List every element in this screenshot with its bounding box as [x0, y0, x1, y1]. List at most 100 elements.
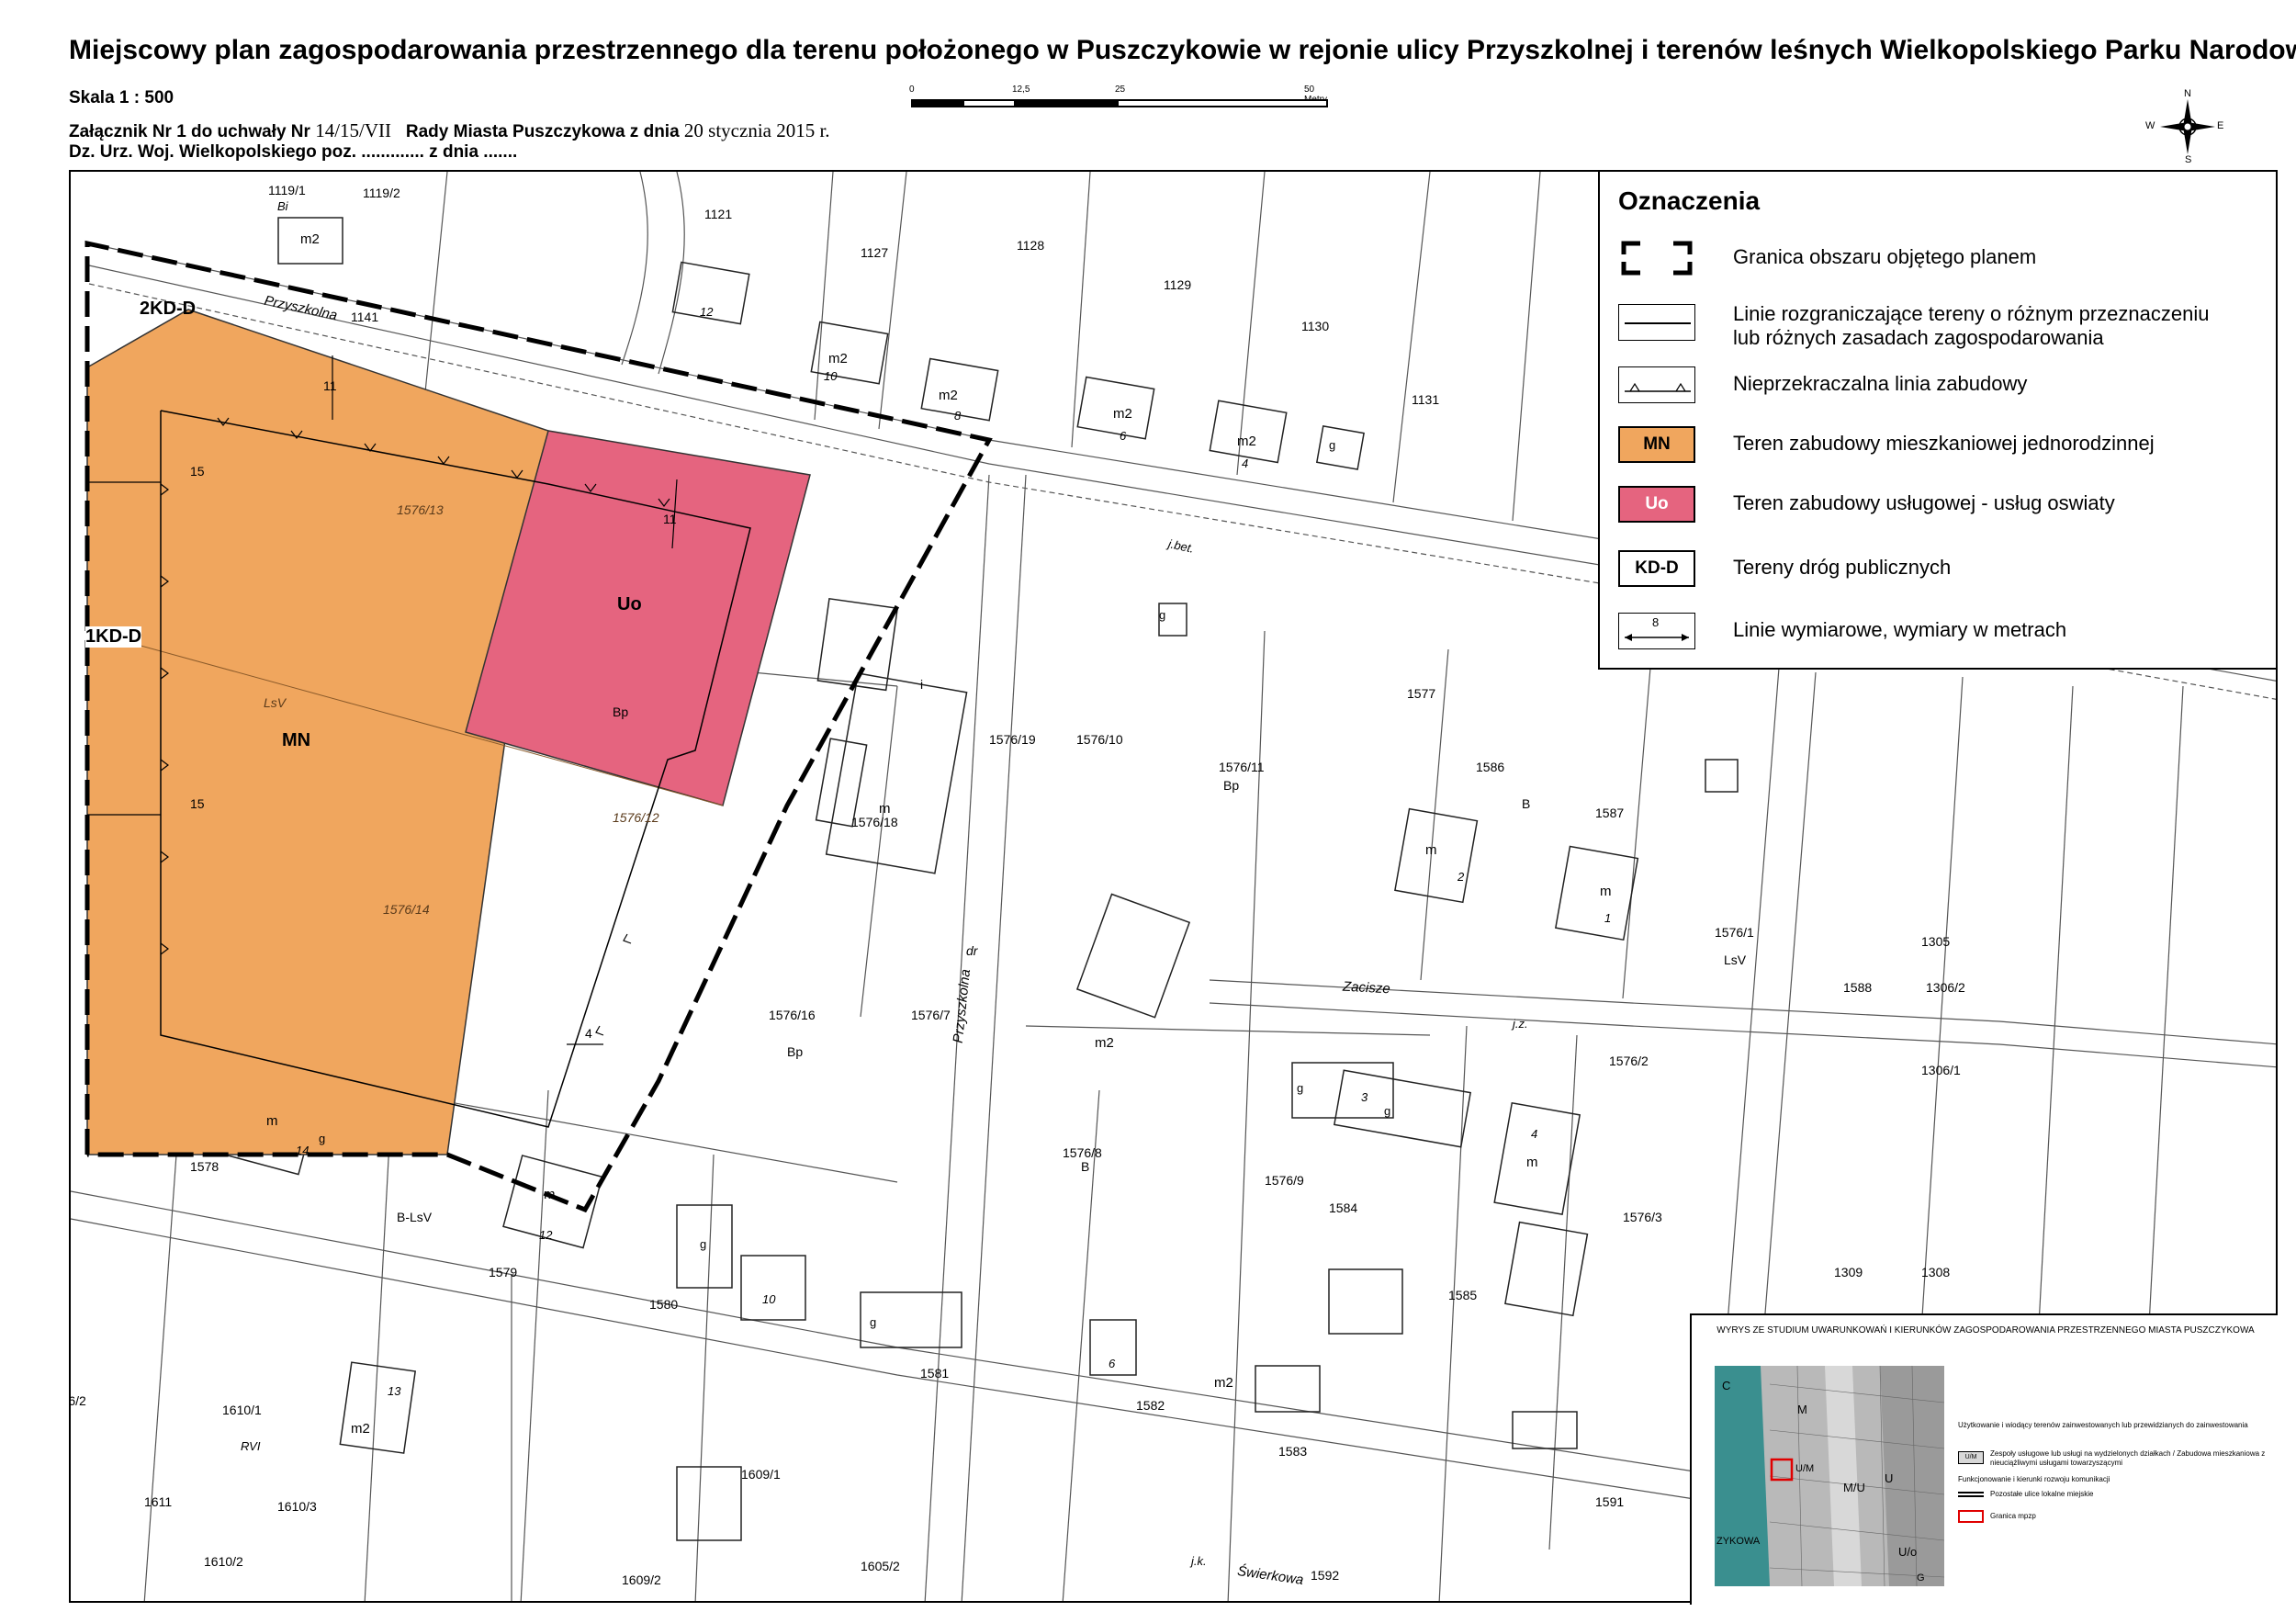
legend-text: Teren zabudowy usługowej - usług oswiaty — [1733, 491, 2115, 514]
zone-label-1kdd: 1KD-D — [85, 626, 142, 648]
legend-item-kdd: KD-D Tereny dróg publicznych — [1600, 548, 2278, 603]
parcel-label: 1576/11 — [1219, 760, 1265, 774]
building-label: g — [1159, 608, 1166, 622]
scale-segment — [1014, 99, 1119, 107]
parcel-label: 1308 — [1921, 1265, 1951, 1279]
parcel-label: 1576/16 — [769, 1008, 816, 1022]
inset-map-label: C — [1722, 1379, 1731, 1392]
building-label: g — [319, 1132, 326, 1145]
parcel-label: 1119/2 — [363, 186, 400, 200]
legend-text: lub różnych zasadach zagospodarowania — [1733, 326, 2104, 349]
house-number: 3 — [1361, 1090, 1368, 1104]
parcel-label: 1579 — [489, 1265, 518, 1279]
parcel-label: 1610/1 — [222, 1403, 262, 1417]
building-line-icon — [1618, 366, 1695, 403]
parcel-label: 1578 — [190, 1159, 219, 1174]
scale-bar: 0 12,5 25 50 Metry — [909, 85, 1332, 121]
parcel-label: 1576/14 — [383, 902, 430, 917]
parcel-label: 1576/8 — [1063, 1145, 1102, 1160]
inset-legend-text: Zespoły usługowe lub usługi na wydzielon… — [1990, 1449, 2266, 1467]
parcel-label: 1121 — [704, 207, 733, 221]
parcel-label: 1584 — [1329, 1200, 1358, 1215]
house-number: 10 — [762, 1292, 776, 1306]
parcel-label: 1591 — [1595, 1494, 1625, 1509]
inset-map-label: G — [1917, 1572, 1925, 1584]
inset-legend-text: Granica mpzp — [1990, 1512, 2036, 1520]
land-use-label: Bp — [787, 1044, 804, 1059]
parcel-label: 1576/13 — [397, 502, 444, 517]
building-label: m2 — [828, 351, 848, 366]
scale-label-1: 12,5 — [1012, 85, 1030, 95]
legend-text: Tereny dróg publicznych — [1733, 556, 1952, 579]
parcel-label: 1129 — [1164, 277, 1192, 292]
mn-swatch: MN — [1618, 426, 1695, 463]
inset-um-swatch: U/M — [1958, 1451, 1984, 1464]
land-use-label: B — [1522, 796, 1531, 811]
parcel-label: 1576/9 — [1265, 1173, 1304, 1188]
inset-map-label: U/o — [1898, 1545, 1918, 1559]
house-number: 13 — [388, 1384, 401, 1398]
building-label: m2 — [1113, 406, 1132, 422]
uo-swatch: Uo — [1618, 486, 1695, 523]
legend-item-dimension: 8 Linie wymiarowe, wymiary w metrach — [1600, 611, 2278, 666]
parcel-label: 1586 — [1476, 760, 1505, 774]
land-use-label: i — [920, 677, 924, 692]
building-label: m — [1526, 1155, 1538, 1170]
parcel-label: 1585 — [1448, 1288, 1478, 1302]
parcel-label: 1577 — [1407, 686, 1436, 701]
inset-map-label: M/U — [1843, 1481, 1865, 1494]
building-label: m2 — [1095, 1035, 1114, 1051]
building-label: g — [1329, 438, 1336, 452]
house-number: 12 — [539, 1228, 553, 1242]
building-label: g — [1297, 1081, 1304, 1095]
building-label: m2 — [939, 388, 958, 403]
parcel-label: 1119/1 — [268, 183, 306, 197]
inset-map-label: ZYKOWA — [1716, 1536, 1761, 1547]
building-label: m2 — [351, 1421, 370, 1437]
house-number: 8 — [954, 409, 962, 423]
parcel-label: 1130 — [1301, 319, 1330, 333]
parcel-label: 2156/2 — [69, 1393, 86, 1408]
house-number: 6 — [1120, 429, 1127, 443]
parcel-label: 1306/1 — [1921, 1063, 1961, 1077]
parcel-label: 1576/7 — [911, 1008, 951, 1022]
inset-map: C M M/U U/M U ZYKOWA U/o G — [1715, 1366, 1944, 1586]
annex-prefix: Załącznik Nr 1 do uchwały Nr — [69, 122, 310, 141]
inset-map-label: M — [1797, 1403, 1807, 1416]
legend-item-plan-boundary: Granica obszaru objętego planem — [1600, 238, 2278, 293]
parcel-label: 1576/2 — [1609, 1054, 1649, 1068]
dimension-line-icon: 8 — [1618, 613, 1695, 649]
parcel-label: 1128 — [1017, 238, 1045, 253]
scale-label-0: 0 — [909, 85, 915, 95]
dimension-label: 4 — [585, 1026, 592, 1041]
street-label: j.k. — [1191, 1554, 1207, 1568]
inset-legend-text: Pozostałe ulice lokalne miejskie — [1990, 1490, 2094, 1498]
inset-map-label: U — [1885, 1471, 1894, 1485]
house-number: 4 — [1242, 456, 1249, 470]
parcel-label: 1582 — [1136, 1398, 1165, 1413]
house-number: 14 — [296, 1144, 310, 1157]
dimension-sample: 8 — [1652, 615, 1660, 629]
parcel-label: 1609/1 — [741, 1467, 781, 1482]
building-label: g — [1384, 1104, 1391, 1118]
inset-mpzp-boundary-icon — [1958, 1510, 1984, 1523]
parcel-label: 1576/3 — [1623, 1210, 1662, 1224]
parcel-label: 1576/1 — [1715, 925, 1754, 940]
inset-legend-text: Funkcjonowanie i kierunki rozwoju komuni… — [1958, 1475, 2110, 1483]
inset-map-label: U/M — [1795, 1463, 1815, 1474]
plan-header: Miejscowy plan zagospodarowania przestrz… — [0, 0, 2296, 170]
annex-date: 20 stycznia 2015 r. — [683, 119, 830, 141]
parcel-label: 1141 — [351, 310, 379, 324]
parcel-label: 1581 — [920, 1366, 950, 1381]
street-label: j.z. — [1513, 1017, 1528, 1031]
building-label: g — [700, 1237, 707, 1251]
street-label: Zacisze — [1342, 978, 1391, 997]
house-number: 1 — [1604, 911, 1612, 925]
annex-line-1: Załącznik Nr 1 do uchwały Nr 14/15/VII R… — [69, 119, 830, 142]
kdd-swatch: KD-D — [1618, 550, 1695, 587]
land-use-label: B — [1081, 1159, 1090, 1174]
compass-s: S — [2185, 154, 2192, 165]
legend-item-boundary-lines: Linie rozgraniczające tereny o różnym pr… — [1600, 300, 2278, 355]
boundary-line-icon — [1618, 304, 1695, 341]
parcel-label: 1610/3 — [277, 1499, 317, 1514]
